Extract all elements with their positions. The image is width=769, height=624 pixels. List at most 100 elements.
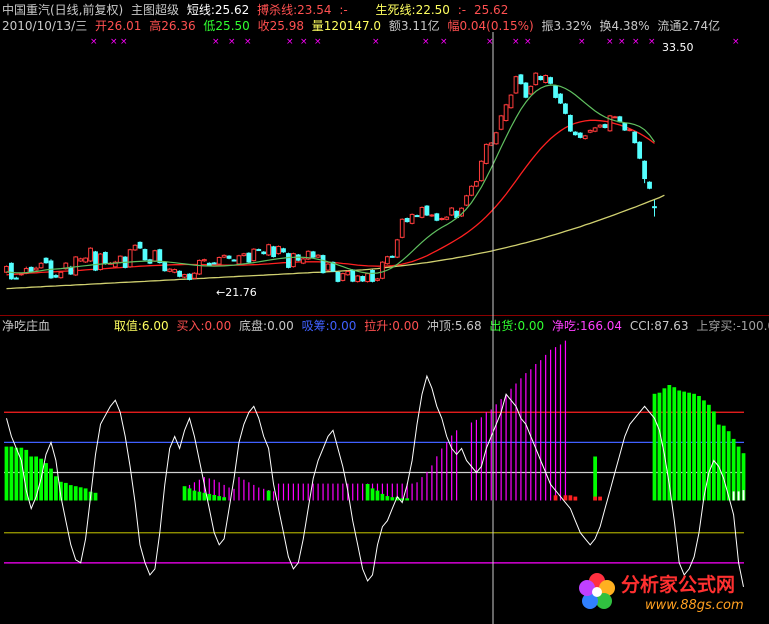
green-bar	[187, 488, 192, 501]
green-bar	[380, 493, 385, 501]
candle-down	[563, 103, 568, 114]
candle-down	[286, 253, 291, 268]
candle-down	[424, 205, 430, 216]
candle-up	[33, 267, 39, 271]
candle-up	[498, 115, 504, 130]
candle-up	[464, 195, 469, 206]
candle-up	[543, 75, 549, 83]
signal-marker: ×	[524, 37, 532, 47]
signal-marker: ×	[314, 37, 322, 47]
candle-down	[142, 249, 148, 261]
green-bar	[662, 388, 667, 501]
candle-up	[380, 261, 385, 279]
candle-up	[375, 278, 380, 281]
green-bar	[78, 487, 83, 501]
white-bar	[742, 490, 745, 501]
candle-up	[241, 253, 247, 257]
signal-marker: ×	[244, 37, 252, 47]
candle-up	[182, 274, 187, 278]
green-bar	[14, 447, 19, 501]
green-bar	[9, 446, 14, 501]
candle-down	[350, 269, 356, 282]
candle-up	[394, 239, 400, 258]
candle-down	[310, 251, 316, 258]
candle-up	[469, 185, 474, 196]
candle-up	[503, 104, 509, 122]
green-bar	[19, 447, 24, 501]
green-bar	[68, 485, 73, 501]
red-bar	[573, 496, 578, 501]
green-bar	[44, 463, 48, 501]
green-bar	[375, 490, 380, 501]
green-bar	[182, 486, 187, 501]
red-bar	[563, 495, 568, 501]
candle-up	[627, 129, 633, 132]
candle-down	[246, 252, 252, 263]
candle-down	[558, 93, 563, 104]
signal-marker: ×	[512, 37, 520, 47]
candle-down	[206, 262, 212, 266]
candle-down	[632, 131, 638, 144]
green-bar	[4, 446, 9, 501]
candle-up	[83, 257, 88, 263]
candle-up	[409, 213, 415, 224]
green-bar	[385, 496, 390, 501]
candle-up	[58, 271, 64, 279]
candle-down	[538, 75, 544, 81]
candle-up	[513, 76, 519, 94]
candle-down	[137, 241, 143, 249]
candle-up	[266, 244, 272, 256]
green-bar	[731, 438, 736, 501]
candle-down	[360, 276, 366, 282]
green-bar	[682, 391, 687, 501]
green-bar	[721, 425, 726, 501]
candle-up	[597, 124, 603, 128]
signal-marker: ×	[228, 37, 236, 47]
candle-down	[231, 259, 237, 262]
candle-up	[221, 254, 227, 258]
green-bar	[677, 390, 682, 501]
candle-down	[647, 181, 652, 189]
signal-marker: ×	[732, 37, 740, 47]
candle-down	[642, 160, 647, 180]
green-bar	[202, 492, 207, 501]
green-bar	[716, 424, 721, 501]
green-bar	[702, 400, 706, 501]
candle-down	[434, 213, 440, 221]
candle-up	[167, 268, 173, 272]
watermark-title: 分析家公式网	[621, 573, 735, 596]
white-bar	[737, 491, 740, 501]
signal-marker: ×	[440, 37, 448, 47]
candle-up	[340, 273, 346, 281]
green-bar	[652, 393, 657, 501]
candle-up	[345, 270, 351, 276]
green-bar	[73, 486, 78, 501]
candle-up	[478, 160, 484, 182]
green-bar	[266, 490, 271, 501]
candle-down	[103, 251, 108, 265]
signal-marker: ×	[606, 37, 614, 47]
green-bar	[63, 482, 68, 501]
candle-down	[389, 255, 395, 258]
green-bar	[192, 490, 197, 501]
watermark-url: www.88gs.com	[645, 598, 744, 613]
candle-up	[152, 250, 158, 262]
signal-marker: ×	[618, 37, 626, 47]
signal-marker: ×	[422, 37, 430, 47]
watermark: 分析家公式网 www.88gs.com	[575, 567, 765, 620]
signal-marker: ×	[578, 37, 586, 47]
candle-up	[384, 256, 390, 265]
signal-marker: ×	[110, 37, 118, 47]
green-bar	[390, 497, 395, 501]
candle-down	[335, 271, 341, 282]
candle-down	[568, 114, 573, 132]
candle-down	[637, 141, 643, 159]
green-bar	[707, 404, 711, 501]
candle-down	[28, 266, 34, 273]
green-bar	[687, 392, 691, 501]
candle-down	[320, 255, 326, 274]
green-bar	[197, 491, 202, 501]
life-line	[6, 194, 665, 290]
candle-down	[577, 132, 583, 138]
cci-line	[6, 374, 744, 587]
